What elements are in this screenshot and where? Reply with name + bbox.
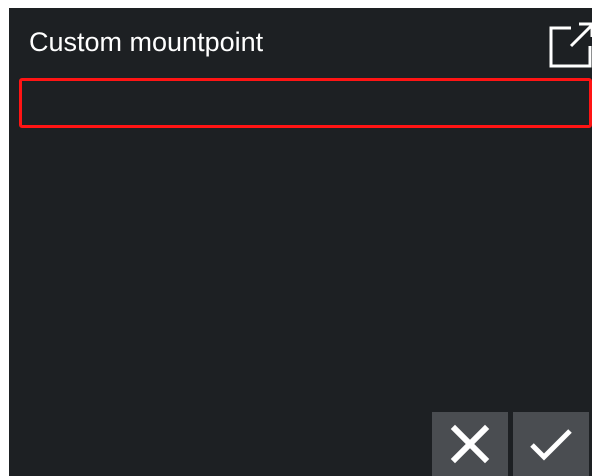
confirm-button[interactable] [513,412,589,476]
close-icon [450,424,490,464]
mountpoint-dialog: Custom mountpoint [9,8,592,476]
check-icon [530,429,572,461]
expand-icon[interactable] [549,20,592,68]
mountpoint-input[interactable] [19,78,592,128]
cancel-button[interactable] [432,412,508,476]
dialog-title: Custom mountpoint [29,27,264,57]
